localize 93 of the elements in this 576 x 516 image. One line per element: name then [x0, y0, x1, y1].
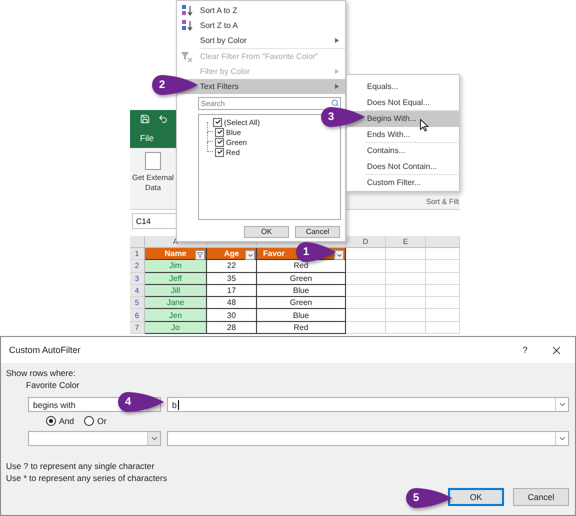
table-cell: Blue	[257, 309, 346, 322]
menu-item[interactable]: Contains...	[347, 143, 459, 158]
table-cell: Jen	[145, 309, 207, 322]
grid-cell	[426, 297, 460, 310]
mouse-pointer-icon	[420, 119, 429, 132]
chevron-down-icon	[558, 434, 566, 443]
submenu-arrow-icon	[335, 38, 339, 43]
table-cell: Red	[257, 322, 346, 334]
menu-item[interactable]: Does Not Contain...	[347, 158, 459, 174]
chevron-down-icon	[558, 400, 566, 409]
table-cell: Jo	[145, 322, 207, 334]
header-text: Age	[224, 249, 240, 258]
grid-cell	[386, 309, 426, 322]
help-button[interactable]: ?	[518, 345, 532, 355]
grid-cell	[346, 260, 386, 273]
checkbox[interactable]	[215, 128, 224, 136]
grid-cell	[386, 260, 426, 273]
filter-dropdown-button[interactable]	[245, 250, 255, 260]
menu-item[interactable]: Ends With...	[347, 126, 459, 142]
checkbox[interactable]	[215, 138, 224, 146]
chevron-down-icon	[246, 252, 254, 258]
grid-cell	[426, 284, 460, 298]
checkbox[interactable]	[215, 148, 224, 156]
table-cell: 28	[207, 322, 257, 334]
search-icon	[331, 99, 339, 107]
table-cell: Red	[257, 260, 346, 273]
menu-item[interactable]: Equals...	[347, 79, 459, 94]
table-cell: Blue	[257, 284, 346, 298]
table-cell: Jill	[145, 284, 207, 298]
menu-item[interactable]: Text Filters	[177, 79, 345, 94]
step-tooltip: 5	[406, 488, 452, 508]
grid-cell	[346, 322, 386, 334]
show-rows-label: Show rows where:	[6, 367, 76, 379]
table-cell: 30	[207, 309, 257, 322]
ok-button[interactable]: OK	[448, 488, 504, 506]
grid-cell	[426, 248, 460, 260]
submenu-arrow-icon	[335, 69, 339, 74]
grid-cell	[426, 309, 460, 322]
grid-cell	[386, 297, 426, 310]
filter-active-button[interactable]	[195, 250, 205, 260]
menu-item[interactable]: Sort A to Z	[177, 3, 345, 18]
document-icon	[145, 152, 161, 170]
header-text: Favor	[263, 249, 285, 258]
table-cell: Green	[257, 272, 346, 285]
filter-icon	[197, 252, 203, 258]
radio-button[interactable]: And	[46, 416, 74, 426]
table-cell: 17	[207, 284, 257, 298]
cancel-button[interactable]: Cancel	[513, 488, 569, 506]
clear-filter-icon	[181, 51, 193, 62]
checkbox[interactable]	[213, 118, 222, 126]
menu-item[interactable]: Does Not Equal...	[347, 94, 459, 110]
table-cell: Jane	[145, 297, 207, 310]
step-tooltip: 1	[296, 242, 336, 262]
step-tooltip: 4	[118, 392, 164, 412]
sort-descending-icon	[181, 20, 193, 31]
sort-ascending-icon	[181, 5, 193, 16]
hint-text: Use * to represent any series of characters	[6, 472, 168, 484]
undo-icon[interactable]	[158, 114, 168, 124]
table-cell: 35	[207, 272, 257, 285]
window-title: Custom AutoFilter	[9, 345, 82, 355]
table-cell: Green	[257, 297, 346, 310]
field-label: Favorite Color	[26, 379, 80, 391]
menu-item[interactable]: Sort by Color	[177, 33, 345, 48]
file-tab[interactable]: File	[140, 133, 154, 143]
grid-cell	[426, 322, 460, 334]
step-tooltip: 2	[152, 75, 198, 95]
grid-cell	[386, 272, 426, 285]
submenu-arrow-icon	[335, 84, 339, 89]
grid-cell	[346, 309, 386, 322]
table-cell: Jeff	[145, 272, 207, 285]
value-combo-box[interactable]: b	[167, 397, 569, 412]
step-tooltip: 3	[321, 107, 365, 127]
table-cell: 48	[207, 297, 257, 310]
table-cell: Jim	[145, 260, 207, 273]
grid-cell	[346, 284, 386, 298]
grid-cell	[386, 322, 426, 334]
chevron-down-icon	[336, 252, 342, 258]
chevron-down-icon	[150, 434, 158, 443]
radio-button[interactable]: Or	[84, 416, 107, 426]
grid-cell	[386, 248, 426, 260]
hint-text: Use ? to represent any single character	[6, 460, 154, 472]
filter-dropdown-button[interactable]	[334, 250, 344, 260]
grid-cell	[426, 272, 460, 285]
grid-cell	[346, 297, 386, 310]
grid-cell	[346, 248, 386, 260]
grid-cell	[346, 272, 386, 285]
header-text: Name	[164, 249, 186, 258]
save-icon[interactable]	[140, 114, 150, 124]
menu-item[interactable]: Custom Filter...	[347, 175, 459, 190]
grid-cell	[426, 260, 460, 273]
menu-item[interactable]: Sort Z to A	[177, 18, 345, 33]
table-cell: 22	[207, 260, 257, 273]
grid-cell	[386, 284, 426, 298]
